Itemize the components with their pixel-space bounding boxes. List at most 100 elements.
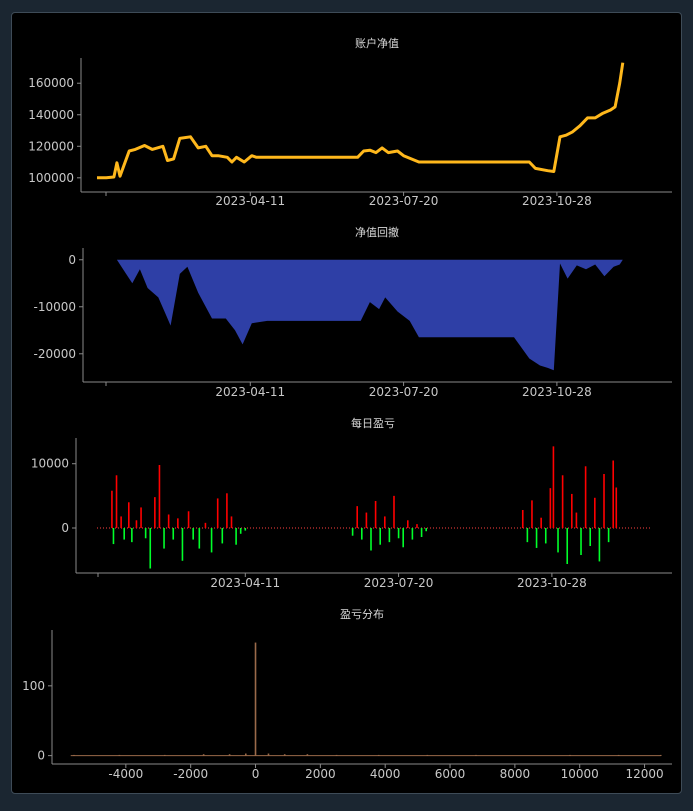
pnl-bar	[402, 528, 404, 548]
pnl-bar	[120, 516, 122, 528]
charts-canvas: 账户净值 2023-04-11 2023-07-20 2023-10-2810000…	[22, 36, 672, 781]
distribution-x-tick-label: 12000	[625, 767, 663, 781]
distribution-chart-title: 盈亏分布	[340, 608, 384, 621]
pnl-bar	[127, 502, 130, 528]
pnl-bar	[167, 514, 170, 528]
equity-y-tick-label: 120000	[28, 139, 74, 153]
pnl-bar	[531, 500, 533, 528]
pnl-bar	[571, 493, 573, 528]
pnl-bar	[379, 528, 381, 545]
distribution-bar	[335, 754, 338, 756]
pnl-bar	[140, 507, 142, 528]
pnl-bar	[356, 506, 359, 528]
pnl-bar	[351, 528, 354, 536]
distribution-bar	[569, 754, 571, 756]
drawdown-chart-title: 净值回撤	[355, 225, 399, 239]
pnl-bar	[115, 475, 118, 528]
daily-pnl-x-tick-label: 2023-04-11	[210, 576, 280, 590]
pnl-bar	[615, 487, 618, 528]
pnl-bar	[163, 528, 165, 549]
equity-y-tick-label: 140000	[28, 108, 74, 122]
pnl-bar	[521, 510, 524, 528]
pnl-bar	[544, 528, 547, 544]
distribution-bar	[163, 754, 166, 756]
distribution-bar	[426, 754, 429, 756]
pnl-bar	[370, 528, 372, 551]
pnl-bar	[361, 528, 363, 540]
equity-chart: 账户净值 2023-04-11 2023-07-20 2023-10-28 10000…	[28, 36, 672, 208]
pnl-bar	[123, 528, 125, 540]
distribution-bar	[283, 754, 286, 756]
distribution-bar	[475, 754, 477, 756]
equity-x-tick-label: 2023-04-11	[215, 194, 285, 208]
daily-pnl-y-tick-label: 0	[61, 521, 69, 535]
pnl-bar	[612, 460, 615, 528]
pnl-bar	[549, 488, 552, 528]
distribution-x-tick-label: 6000	[435, 767, 466, 781]
drawdown-x-tick-label: 2023-07-20	[369, 385, 439, 399]
pnl-bar	[239, 528, 242, 534]
pnl-bar	[244, 528, 247, 531]
distribution-bar	[118, 754, 121, 756]
drawdown-y-tick-label: -20000	[33, 347, 76, 361]
pnl-bar	[388, 528, 391, 543]
pnl-bar	[144, 528, 147, 539]
distribution-bar	[254, 642, 257, 756]
pnl-bar	[111, 490, 113, 528]
pnl-bar	[598, 528, 601, 562]
pnl-bar	[374, 501, 377, 528]
pnl-bar	[594, 497, 596, 528]
pnl-bar	[580, 528, 582, 555]
pnl-distribution-chart: 盈亏分布 -4000 -2000 0 2000 4000 6000 8000 10000 120…	[22, 608, 672, 781]
pnl-bar	[535, 528, 538, 548]
drawdown-y-tick-label: -10000	[33, 300, 76, 314]
pnl-bar	[192, 528, 194, 540]
pnl-bar	[411, 528, 414, 540]
drawdown-x-tick-label: 2023-04-11	[215, 385, 285, 399]
distribution-y-tick-label: 100	[22, 679, 45, 693]
equity-line	[97, 62, 625, 180]
pnl-bar	[154, 497, 156, 528]
pnl-bar	[420, 528, 423, 537]
equity-y-tick-label: 100000	[28, 171, 74, 185]
distribution-x-tick-label: -4000	[108, 767, 143, 781]
pnl-bar	[221, 528, 224, 544]
equity-y-tick-label: 160000	[28, 76, 74, 90]
distribution-x-tick-label: 8000	[500, 767, 531, 781]
pnl-bar	[575, 512, 578, 528]
drawdown-x-tick-label: 2023-10-28	[522, 385, 592, 399]
pnl-bar	[365, 512, 368, 528]
distribution-bar	[267, 753, 270, 756]
pnl-bar	[204, 522, 207, 528]
pnl-bar	[230, 516, 233, 528]
pnl-bar	[187, 511, 190, 528]
drawdown-chart: 净值回撤 2023-04-11 2023-07-20 2023-10-28 0 -100…	[33, 225, 672, 399]
distribution-bar	[659, 754, 662, 756]
pnl-bar	[557, 528, 559, 553]
equity-chart-title: 账户净值	[355, 36, 399, 50]
pnl-bar	[397, 528, 400, 539]
equity-x-tick-label: 2023-10-28	[522, 194, 592, 208]
pnl-bar	[607, 528, 610, 543]
daily-pnl-x-tick-label: 2023-10-28	[517, 576, 587, 590]
pnl-bar	[406, 520, 409, 528]
pnl-bar	[235, 528, 237, 545]
distribution-x-tick-label: 0	[252, 767, 260, 781]
pnl-bar	[540, 517, 542, 528]
pnl-bar	[584, 466, 587, 528]
distribution-x-tick-label: 2000	[305, 767, 336, 781]
pnl-bar	[158, 465, 161, 528]
distribution-bar	[306, 754, 309, 756]
pnl-bar	[198, 528, 201, 549]
distribution-y-tick-label: 0	[37, 749, 45, 763]
distribution-bar	[73, 754, 75, 756]
distribution-x-tick-label: -2000	[173, 767, 208, 781]
distribution-bar	[617, 754, 620, 756]
distribution-bar	[377, 754, 380, 756]
pnl-bar	[112, 528, 115, 545]
distribution-bar	[228, 754, 231, 756]
pnl-bar	[177, 518, 179, 528]
distribution-bar	[202, 754, 205, 756]
pnl-bar	[383, 516, 386, 528]
pnl-bar	[526, 528, 529, 543]
